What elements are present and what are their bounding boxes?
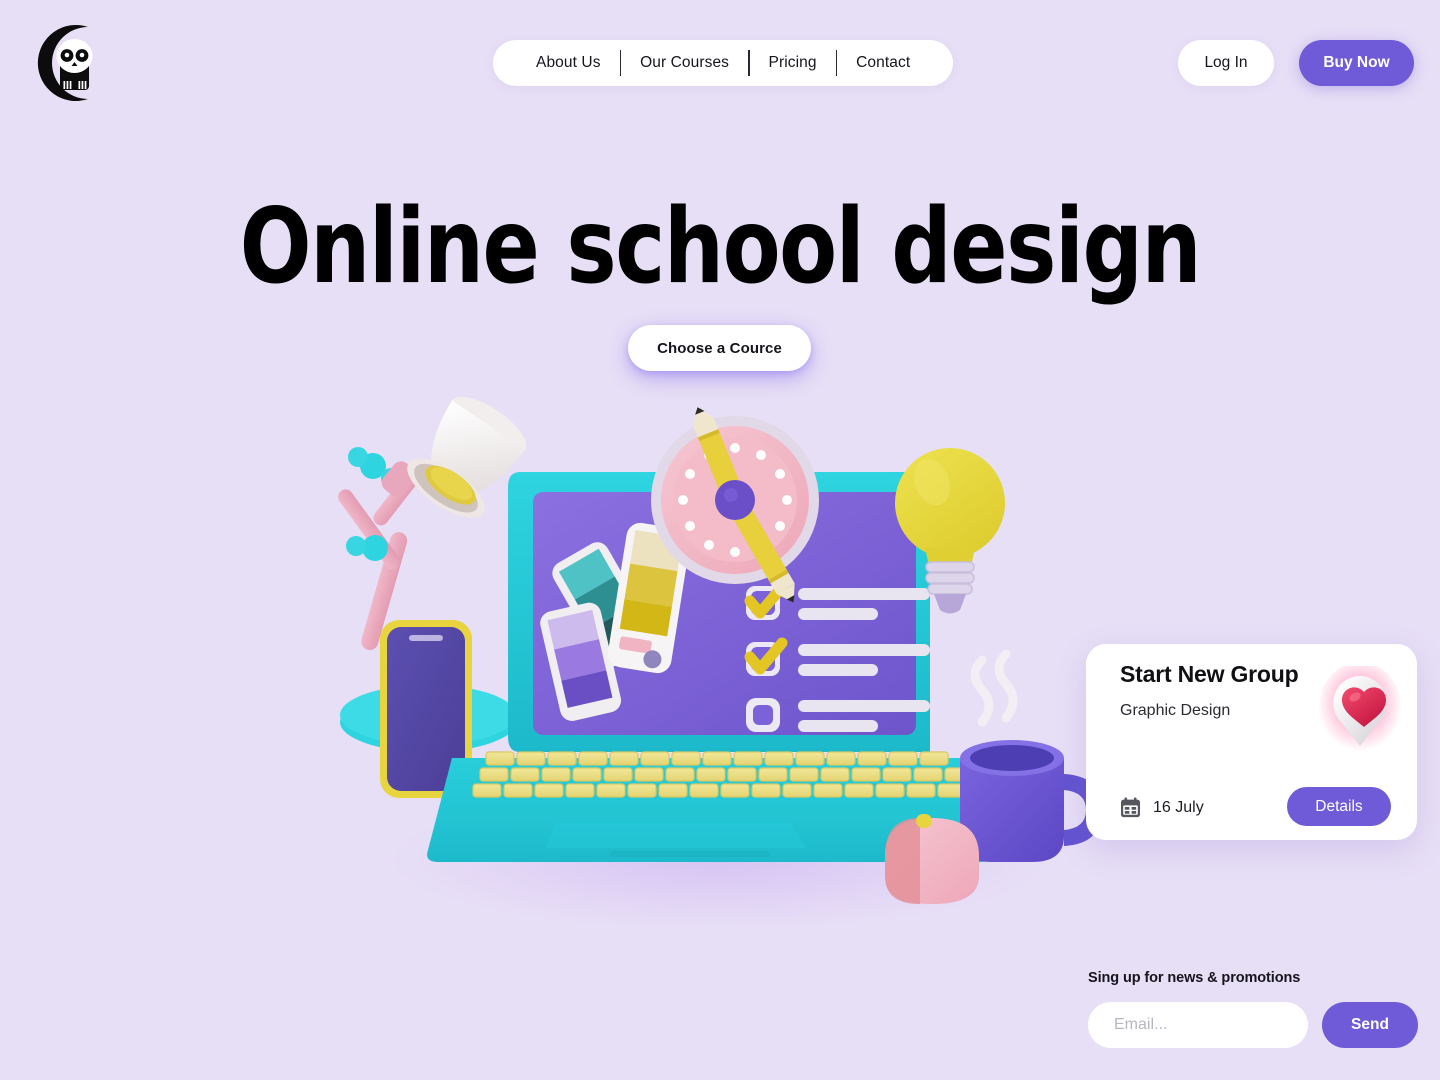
calendar-icon	[1120, 797, 1141, 818]
nav-item-pricing[interactable]: Pricing	[750, 54, 836, 72]
newsletter-form: Send	[1088, 1002, 1418, 1048]
calendar-icon-svg	[1121, 797, 1140, 818]
email-input[interactable]	[1088, 1002, 1308, 1048]
main-nav: About Us Our Courses Pricing Contact	[493, 40, 954, 86]
event-card-title: Start New Group	[1120, 661, 1299, 687]
landing-page: About Us Our Courses Pricing Contact Log…	[0, 0, 1440, 1080]
site-header: About Us Our Courses Pricing Contact Log…	[0, 0, 1440, 126]
coffee-mug-shape	[960, 649, 1100, 862]
newsletter-section: Sing up for news & promotions Send	[1088, 970, 1418, 1048]
details-button[interactable]: Details	[1287, 787, 1391, 826]
computer-mouse-shape	[885, 814, 979, 904]
desk-scene-svg	[338, 396, 1100, 930]
hero-illustration	[320, 370, 1100, 940]
heart-map-pin-icon	[1319, 662, 1401, 758]
page-title: Online school design	[239, 185, 1202, 307]
send-button[interactable]: Send	[1322, 1002, 1418, 1048]
login-button[interactable]: Log In	[1178, 40, 1274, 86]
nav-item-about-us[interactable]: About Us	[517, 54, 620, 72]
owl-moon-logo-svg	[37, 25, 93, 101]
buy-now-button[interactable]: Buy Now	[1299, 40, 1414, 86]
heart-map-pin-svg	[1319, 662, 1401, 754]
choose-course-button[interactable]: Choose a Cource	[628, 325, 811, 371]
newsletter-label: Sing up for news & promotions	[1088, 970, 1301, 986]
event-card-subtitle: Graphic Design	[1120, 702, 1231, 719]
nav-item-our-courses[interactable]: Our Courses	[621, 54, 748, 72]
event-card[interactable]: Start New Group Graphic Design 16 July D…	[1086, 644, 1417, 840]
event-date-text: 16 July	[1153, 798, 1204, 816]
event-date-row: 16 July	[1120, 797, 1204, 818]
owl-moon-logo[interactable]	[26, 17, 118, 109]
nav-item-contact[interactable]: Contact	[837, 54, 929, 72]
